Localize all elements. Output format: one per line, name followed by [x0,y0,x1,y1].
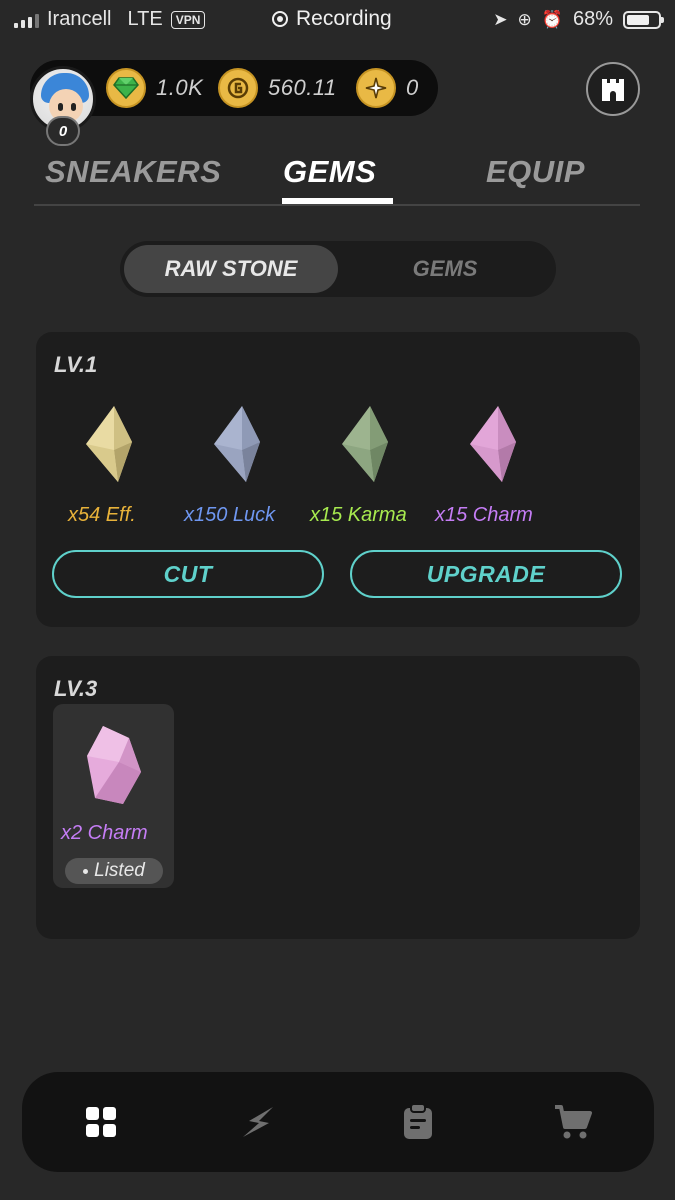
gem-type-switch: RAW STONE GEMS [120,241,556,297]
sparkle-value: 0 [406,75,419,100]
tab-gems[interactable]: GEMS [283,154,376,190]
luck-count: x150 Luck [184,504,276,526]
tab-equip[interactable]: EQUIP [486,154,585,190]
nav-tasks[interactable] [396,1100,440,1144]
karma-gem-icon [342,406,388,482]
lv3-card: LV.3 x2 Charm Listed [36,656,640,939]
gst-coin-icon [218,68,258,108]
sparkle-balance[interactable]: 0 [356,68,419,108]
castle-button[interactable] [586,62,640,116]
recording-label: Recording [296,7,392,30]
nav-inventory[interactable] [79,1100,123,1144]
cart-icon [555,1105,592,1139]
battery-icon [623,10,664,29]
record-icon [272,11,288,27]
karma-gem[interactable] [336,402,396,491]
gst-value: 560.11 [268,75,337,100]
lv1-card: LV.1 x54 Eff. x150 Luck x15 Karma x15 Ch… [36,332,640,627]
efficiency-gem[interactable] [80,402,140,491]
signal-icon [14,12,39,28]
status-bar: Irancell LTE VPN Recording ➤ ⊕ ⏰ 68% [0,0,675,40]
nav-market[interactable] [551,1100,595,1144]
gem-token-value: 1.0K [156,75,204,100]
active-tab-indicator [282,198,393,204]
listed-badge: Listed [65,858,163,884]
lv3-charm-count: x2 Charm [61,822,148,844]
clipboard-icon [404,1103,432,1139]
gem-token-icon [106,68,146,108]
luck-gem-icon [214,406,260,482]
level-badge: 0 [46,116,80,146]
lightning-icon [243,1107,273,1137]
charm-gem-icon [87,726,141,804]
sparkle-coin-icon [356,68,396,108]
rotation-lock-icon: ⊕ [517,9,532,29]
karma-count: x15 Karma [310,504,407,526]
lv3-charm-gem-tile[interactable]: x2 Charm Listed [53,704,174,888]
alarm-icon: ⏰ [541,9,563,29]
efficiency-count: x54 Eff. [68,504,136,526]
listed-label: Listed [94,860,145,881]
battery-percent: 68% [572,8,613,30]
location-icon: ➤ [493,9,508,29]
gst-balance[interactable]: 560.11 [218,68,337,108]
castle-icon [602,79,624,101]
tab-sneakers[interactable]: SNEAKERS [45,154,221,190]
grid-icon [86,1107,116,1137]
charm-gem[interactable] [464,402,524,491]
charm-gem-icon [470,406,516,482]
gems-toggle[interactable]: GEMS [338,245,552,293]
bottom-nav [22,1072,654,1172]
lv3-title: LV.3 [54,676,98,701]
cut-button[interactable]: CUT [52,550,324,598]
nav-run[interactable] [236,1100,280,1144]
network-type: LTE [127,8,163,30]
luck-gem[interactable] [208,402,268,491]
upgrade-button[interactable]: UPGRADE [350,550,622,598]
efficiency-gem-icon [86,406,132,482]
recording-indicator: Recording [272,7,392,31]
gem-token-balance[interactable]: 1.0K [106,68,203,108]
raw-stone-toggle[interactable]: RAW STONE [124,245,338,293]
charm-count: x15 Charm [435,504,533,526]
vpn-badge: VPN [170,10,206,29]
carrier-name: Irancell [47,8,112,30]
lv1-title: LV.1 [54,352,98,377]
